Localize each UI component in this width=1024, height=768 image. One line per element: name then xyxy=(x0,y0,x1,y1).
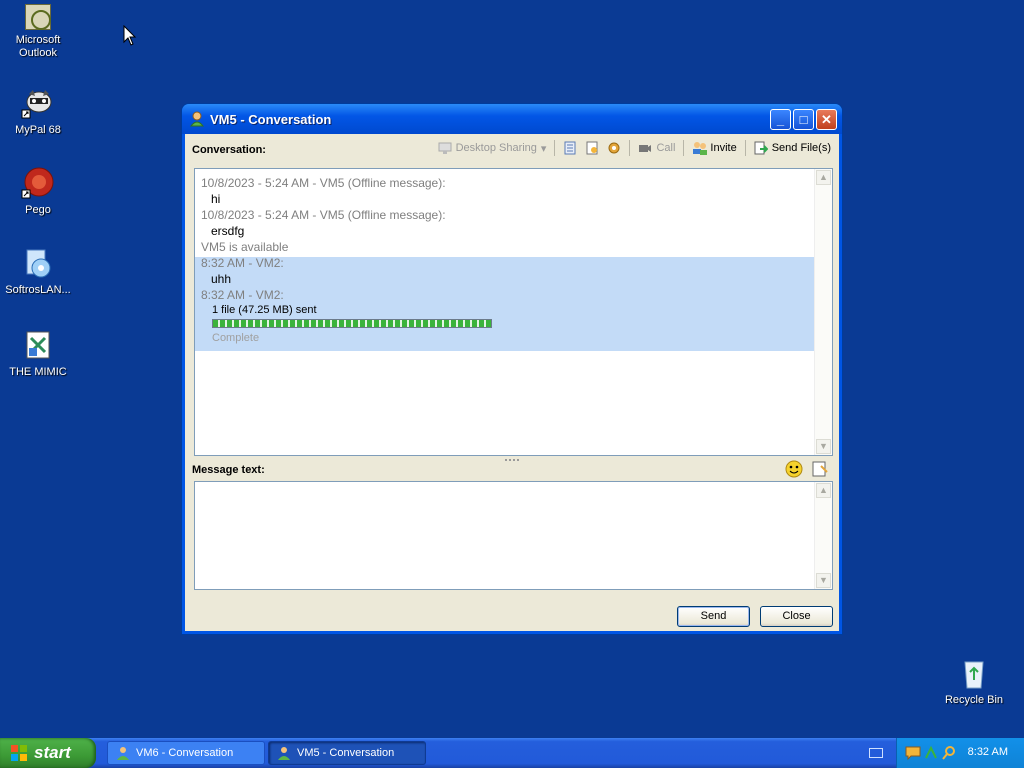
desktop-icon-microsoft-outlook[interactable]: Microsoft Outlook xyxy=(0,4,76,60)
message-scrollbar[interactable]: ▲ ▼ xyxy=(814,482,832,589)
recycle-bin-icon xyxy=(957,656,991,690)
message-tools xyxy=(785,460,829,478)
taskbar-button-vm6[interactable]: VM6 - Conversation xyxy=(107,741,265,765)
scroll-up-icon[interactable]: ▲ xyxy=(816,170,831,185)
splitter-grip[interactable] xyxy=(505,459,519,463)
progress-fill xyxy=(213,320,491,327)
desktop-icon-softroslan[interactable]: SoftrosLAN... xyxy=(0,246,76,297)
history-icon[interactable] xyxy=(563,141,577,155)
toolbar-separator xyxy=(683,140,685,156)
message-meta: 8:32 AM - VM2: xyxy=(201,256,284,270)
minimize-icon: _ xyxy=(776,111,785,127)
maximize-button[interactable]: □ xyxy=(793,108,814,130)
start-button[interactable]: start xyxy=(0,738,96,768)
desktop-sharing-label: Desktop Sharing xyxy=(455,142,537,154)
start-label: start xyxy=(34,743,71,762)
scroll-up-icon[interactable]: ▲ xyxy=(816,483,831,498)
mouse-cursor-icon xyxy=(123,25,137,46)
desktop-icon-recycle-bin[interactable]: Recycle Bin xyxy=(936,656,1012,707)
minimize-button[interactable]: _ xyxy=(770,108,791,130)
desktop-icon-mypal[interactable]: MyPal 68 xyxy=(0,86,76,137)
desktop-icon-label: THE MIMIC xyxy=(9,366,67,378)
desktop-icon-label: Recycle Bin xyxy=(944,694,1004,706)
message-text: hi xyxy=(211,192,221,206)
format-icon[interactable] xyxy=(811,460,829,478)
desktop-icon-label: Pego xyxy=(25,204,51,216)
message-text: uhh xyxy=(211,272,232,286)
invite-label: Invite xyxy=(710,142,737,154)
file-transfer-status: Complete xyxy=(212,332,260,344)
taskbar-button-label: VM5 - Conversation xyxy=(297,747,395,759)
close-icon: ✕ xyxy=(821,111,832,127)
desktop-icon-label: MyPal 68 xyxy=(15,124,61,136)
call-label: Call xyxy=(656,142,676,154)
maximize-icon: □ xyxy=(799,111,808,127)
conversation-scrollbar[interactable]: ▲ ▼ xyxy=(814,169,832,455)
message-meta: 10/8/2023 - 5:24 AM - VM5 (Offline messa… xyxy=(201,208,446,222)
desktop-icon-label: SoftrosLAN... xyxy=(5,284,71,296)
desktop-sharing-button[interactable]: Desktop Sharing ▾ xyxy=(438,141,547,155)
emoticon-icon[interactable] xyxy=(785,460,803,478)
desktop-sharing-icon xyxy=(438,141,452,155)
desktop-icon-the-mimic[interactable]: THE MIMIC xyxy=(0,328,76,379)
toolbar-separator xyxy=(629,140,631,156)
message-text: ersdfg xyxy=(211,224,245,238)
message-meta: 10/8/2023 - 5:24 AM - VM5 (Offline messa… xyxy=(201,176,446,190)
window-titlebar[interactable]: VM5 - Conversation _ □ ✕ xyxy=(182,104,842,134)
conversation-label: Conversation: xyxy=(192,144,266,156)
conversation-history[interactable]: 10/8/2023 - 5:24 AM - VM5 (Offline messa… xyxy=(194,168,833,456)
close-button[interactable]: Close xyxy=(760,606,833,627)
user-icon xyxy=(116,746,130,760)
conversation-content: 10/8/2023 - 5:24 AM - VM5 (Offline messa… xyxy=(195,169,814,455)
outlook-icon xyxy=(25,4,51,30)
scroll-down-icon[interactable]: ▼ xyxy=(816,573,831,588)
send-files-button[interactable]: Send File(s) xyxy=(754,141,831,155)
clock[interactable]: 8:32 AM xyxy=(968,746,1008,758)
camera-icon xyxy=(638,141,652,155)
system-tray: 8:32 AM xyxy=(896,738,1024,768)
conversation-toolbar: Conversation: Desktop Sharing ▾ Call Inv… xyxy=(185,134,839,166)
invite-button[interactable]: Invite xyxy=(692,141,737,155)
desktop-icon-label: Microsoft Outlook xyxy=(15,34,61,59)
taskbar-button-vm5[interactable]: VM5 - Conversation xyxy=(268,741,426,765)
message-text-label: Message text: xyxy=(192,464,265,476)
status-message: VM5 is available xyxy=(201,240,289,254)
keyboard-icon[interactable] xyxy=(869,748,883,758)
message-meta: 8:32 AM - VM2: xyxy=(201,288,284,302)
window-title: VM5 - Conversation xyxy=(210,111,332,127)
user-icon xyxy=(277,746,291,760)
settings-gear-icon[interactable] xyxy=(607,141,621,155)
invite-users-icon xyxy=(692,141,708,155)
file-transfer-progress-bar xyxy=(212,319,492,328)
windows-logo-icon xyxy=(10,744,28,762)
raccoon-icon xyxy=(21,86,55,120)
conversation-window: VM5 - Conversation _ □ ✕ Conversation: D… xyxy=(182,104,842,634)
send-button[interactable]: Send xyxy=(677,606,750,627)
message-input[interactable]: ▲ ▼ xyxy=(194,481,833,590)
close-window-button[interactable]: ✕ xyxy=(816,108,837,130)
pego-icon xyxy=(21,166,55,200)
contact-info-icon[interactable] xyxy=(585,141,599,155)
taskbar-button-label: VM6 - Conversation xyxy=(136,747,234,759)
send-file-icon xyxy=(754,141,769,155)
user-icon xyxy=(189,111,205,127)
send-files-label: Send File(s) xyxy=(771,142,831,154)
scroll-down-icon[interactable]: ▼ xyxy=(816,439,831,454)
chevron-down-icon: ▾ xyxy=(540,142,547,155)
call-button[interactable]: Call xyxy=(638,141,675,155)
window-client-area: Conversation: Desktop Sharing ▾ Call Inv… xyxy=(185,134,839,631)
desktop-icon-pego[interactable]: Pego xyxy=(0,166,76,217)
network-tray-icon[interactable] xyxy=(923,745,939,764)
toolbar-separator xyxy=(554,140,556,156)
toolbar-separator xyxy=(744,140,746,156)
file-transfer-info: 1 file (47.25 MB) sent xyxy=(212,304,317,316)
chat-tray-icon[interactable] xyxy=(905,745,921,764)
mimic-icon xyxy=(21,328,55,362)
search-tray-icon[interactable] xyxy=(941,745,957,764)
softros-icon xyxy=(21,246,55,280)
